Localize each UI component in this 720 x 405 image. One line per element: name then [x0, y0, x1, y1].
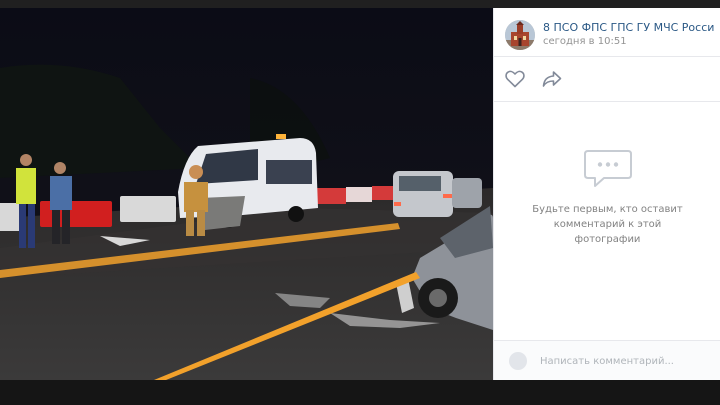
- like-button[interactable]: [505, 70, 525, 88]
- post-time[interactable]: сегодня в 10:51: [543, 36, 627, 47]
- comment-bar: [494, 340, 720, 381]
- viewer-backdrop: [0, 0, 720, 8]
- comment-input[interactable]: [540, 353, 710, 369]
- author-link[interactable]: 8 ПСО ФПС ГПС ГУ МЧС России по...: [543, 21, 715, 34]
- current-user-avatar: [509, 352, 527, 370]
- empty-comments-text: Будьте первым, кто оставит комментарий к…: [532, 204, 683, 245]
- photo-viewer[interactable]: [0, 8, 493, 380]
- share-button[interactable]: [542, 70, 562, 88]
- post-header: 8 ПСО ФПС ГПС ГУ МЧС России по... сегодн…: [494, 8, 720, 57]
- viewer-backdrop-bottom: [0, 380, 720, 405]
- author-avatar[interactable]: [505, 20, 535, 50]
- accident-photo: [0, 8, 493, 380]
- empty-comments: Будьте первым, кто оставит комментарий к…: [494, 148, 720, 247]
- share-arrow-icon: [542, 71, 562, 87]
- fire-station-building-icon: [505, 20, 535, 50]
- action-bar: [494, 57, 720, 102]
- comment-bubble-icon: [583, 150, 632, 187]
- heart-icon: [505, 70, 525, 88]
- photo-sidebar: 8 ПСО ФПС ГПС ГУ МЧС России по... сегодн…: [493, 8, 720, 405]
